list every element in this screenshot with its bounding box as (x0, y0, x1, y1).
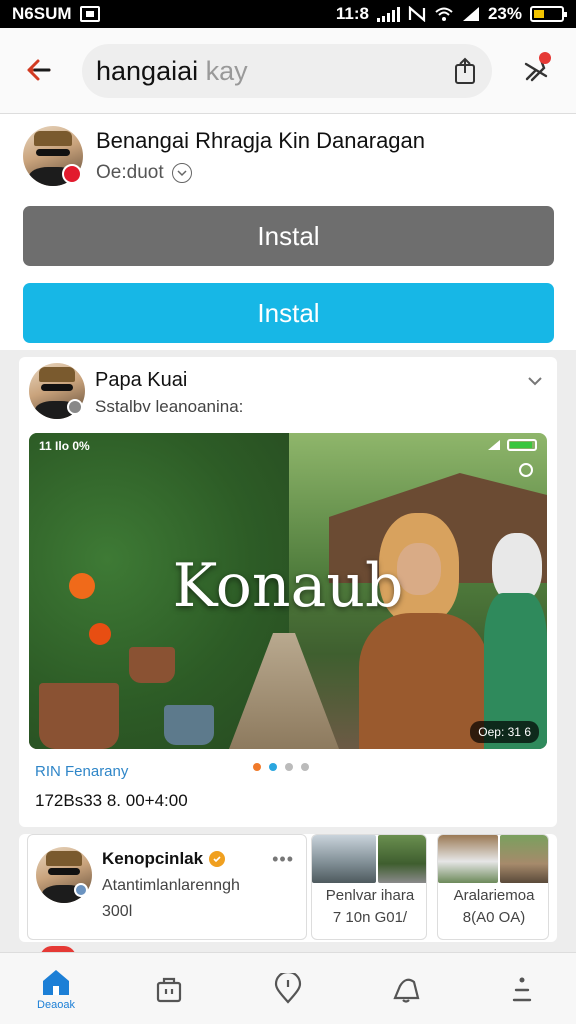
notification-app-icon (79, 6, 100, 22)
wifi-icon (435, 7, 453, 21)
post-timestamp: 172Bs33 8. 00+4:00 (35, 791, 188, 810)
tile-count-text: 8(A0 OA) (462, 909, 526, 926)
nav-home[interactable]: Deaoak (20, 953, 92, 1024)
carrier-label: N6SUM (12, 4, 72, 23)
media-status-icons (487, 439, 537, 451)
nfc-icon (408, 6, 426, 22)
suggestion-name-text: Kenopcinlak (102, 849, 204, 868)
install-button-gray[interactable]: Instal (23, 206, 554, 266)
tile-caption-text: Aralariemoa (453, 887, 535, 904)
suggestion-tile-caption: Aralariemoa 8(A0 OA) (438, 885, 548, 929)
battery-icon (507, 439, 537, 451)
post-caption-link[interactable]: RIN Fenarany (35, 763, 128, 780)
live-badge-icon (62, 164, 82, 184)
carousel-dot (253, 763, 261, 771)
avatar-hat (39, 367, 75, 383)
media-person (359, 513, 489, 749)
chevron-down-icon (171, 163, 192, 183)
suggestion-tile[interactable]: Aralariemoa 8(A0 OA) (437, 834, 549, 940)
map-pin-icon (274, 973, 302, 1004)
avatar-hat (33, 130, 73, 147)
back-button[interactable] (18, 50, 58, 90)
search-query-text: hangaiai (96, 56, 199, 86)
carousel-dot (301, 763, 309, 771)
carousel-dot (285, 763, 293, 771)
shopping-bag-icon (156, 977, 182, 1003)
home-icon (43, 970, 69, 995)
bell-icon (393, 978, 420, 1003)
battery-icon (530, 6, 567, 22)
more-options-icon[interactable]: ••• (272, 849, 294, 870)
menu-icon (512, 977, 532, 1002)
avatar-glasses (41, 384, 73, 391)
clock: 11:8 (335, 4, 369, 23)
carousel-dot-active (269, 763, 277, 771)
suggestion-thumbnail (500, 835, 548, 883)
avatar-hat (46, 851, 82, 867)
cell-signal-icon (488, 440, 500, 450)
media-overlay-text: Konaub (172, 551, 404, 621)
post-subtitle: Sstalbv leanoanina: (95, 397, 244, 416)
signal-dots-icon (376, 6, 400, 22)
suggestions-strip: Kenopcinlak Atantimlanlarenngh 300l ••• … (19, 834, 557, 942)
top-app-bar: hangaiai kay (0, 28, 576, 114)
avatar-glasses (48, 868, 80, 875)
suggestion-count: 300l (102, 903, 133, 920)
nav-shop[interactable] (133, 953, 205, 1024)
suggestion-tile[interactable]: Penlvar ihara 7 10n G01/ (311, 834, 427, 940)
install-button-blue[interactable]: Instal (23, 283, 554, 343)
page-subtitle[interactable]: Oe:duot (96, 162, 192, 184)
page-header: Benangai Rhragja Kin Danaragan Oe:duot I… (0, 114, 576, 350)
tools-button[interactable] (516, 50, 556, 90)
share-button[interactable] (448, 54, 482, 88)
nav-home-label: Deaoak (37, 999, 75, 1011)
suggestion-thumbnail (312, 835, 376, 883)
media-pot (164, 705, 214, 745)
post-options-button[interactable] (525, 371, 545, 391)
search-query-suffix: kay (205, 56, 248, 86)
post-card: Papa Kuai Sstalbv leanoanina: 11 Ilo 0% … (19, 357, 557, 827)
nav-location[interactable] (252, 953, 324, 1024)
notification-dot (539, 52, 551, 64)
page-subtitle-text: Oe:duot (96, 162, 164, 183)
suggestion-thumbnail (438, 835, 498, 883)
battery-percent: 23% (487, 4, 522, 23)
status-bar: N6SUM 11:8 23% (0, 0, 576, 28)
suggestion-card[interactable]: Kenopcinlak Atantimlanlarenngh 300l ••• (27, 834, 307, 940)
search-field[interactable]: hangaiai kay (82, 44, 492, 98)
suggestion-thumbnail (378, 835, 426, 883)
suggestion-description: Atantimlanlarenngh (102, 877, 240, 894)
arrow-left-icon (27, 59, 51, 81)
search-query[interactable]: hangaiai kay (96, 56, 248, 87)
nav-menu[interactable] (486, 953, 558, 1024)
media-pot (129, 647, 175, 683)
suggestion-name: Kenopcinlak (102, 849, 226, 869)
nav-notifications[interactable] (370, 953, 442, 1024)
page-title: Benangai Rhragja Kin Danaragan (96, 128, 426, 153)
media-status-text: 11 Ilo 0% (39, 439, 90, 453)
suggestion-tile-caption: Penlvar ihara 7 10n G01/ (312, 885, 426, 929)
verified-icon (209, 851, 226, 867)
post-author-name[interactable]: Papa Kuai (95, 369, 187, 392)
chevron-down-icon (528, 377, 542, 386)
bottom-navigation: Deaoak (0, 952, 576, 1024)
cell-signal-icon (462, 7, 479, 21)
media-flower (89, 623, 111, 645)
status-badge-icon (67, 399, 83, 415)
location-pin-icon (519, 463, 533, 477)
tile-caption-text: Penlvar ihara (325, 887, 415, 904)
tile-count-text: 7 10n G01/ (332, 909, 408, 926)
share-icon (455, 57, 475, 84)
status-badge-icon (74, 883, 88, 897)
carousel-indicator (253, 763, 309, 771)
media-pot (39, 683, 119, 749)
video-duration: Oep: 31 6 (470, 721, 539, 743)
avatar-glasses (36, 148, 70, 156)
post-media-image[interactable]: 11 Ilo 0% Konaub Oep: 31 6 (29, 433, 547, 749)
